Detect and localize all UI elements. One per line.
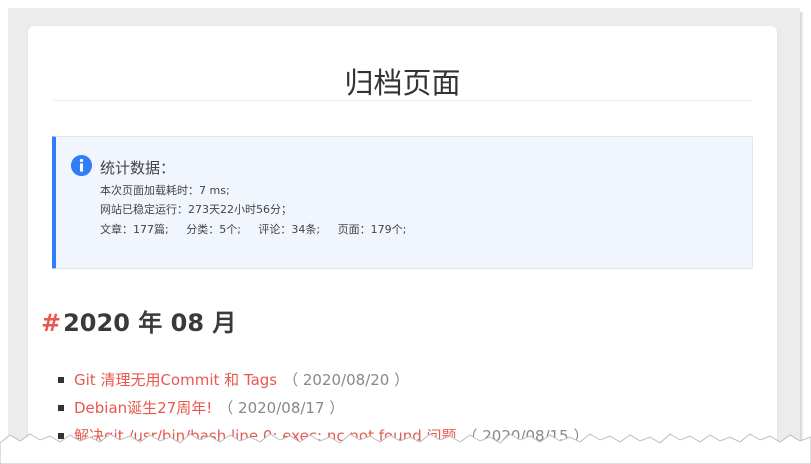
screenshot-shadow <box>800 12 804 452</box>
stats-uptime: 网站已稳定运行：273天22小时56分； <box>100 203 292 216</box>
bullet-icon <box>58 405 64 411</box>
stats-articles: 文章：177篇; <box>100 223 169 236</box>
month-heading: #2020 年 08 月 <box>41 303 236 338</box>
stats-panel: 统计数据： 本次页面加载耗时：7 ms; 网站已稳定运行：273天22小时56分… <box>52 136 753 269</box>
list-item: Debian诞生27周年! （ 2020/08/17 ） <box>58 394 758 422</box>
post-date: （ 2020/08/20 ） <box>283 371 410 389</box>
title-divider <box>53 100 752 101</box>
list-item: Git 清理无用Commit 和 Tags （ 2020/08/20 ） <box>58 366 758 394</box>
stats-pages: 页面：179个; <box>337 223 407 236</box>
stats-load-time: 本次页面加载耗时：7 ms; <box>100 184 230 197</box>
torn-edge <box>0 433 811 464</box>
bullet-icon <box>58 377 64 383</box>
stats-comments: 评论：34条; <box>258 223 321 236</box>
month-hash-symbol: # <box>41 309 62 337</box>
info-icon <box>70 154 93 177</box>
post-date: （ 2020/08/17 ） <box>218 399 345 417</box>
post-link[interactable]: Git 清理无用Commit 和 Tags <box>74 371 277 389</box>
post-link[interactable]: Debian诞生27周年! <box>74 399 212 417</box>
stats-categories: 分类：5个; <box>186 223 241 236</box>
stats-heading: 统计数据： <box>100 159 176 177</box>
stats-counts: 文章：177篇; 分类：5个; 评论：34条; 页面：179个; <box>100 221 420 237</box>
page-title: 归档页面 <box>344 66 461 100</box>
month-label: 2020 年 08 月 <box>63 309 237 337</box>
